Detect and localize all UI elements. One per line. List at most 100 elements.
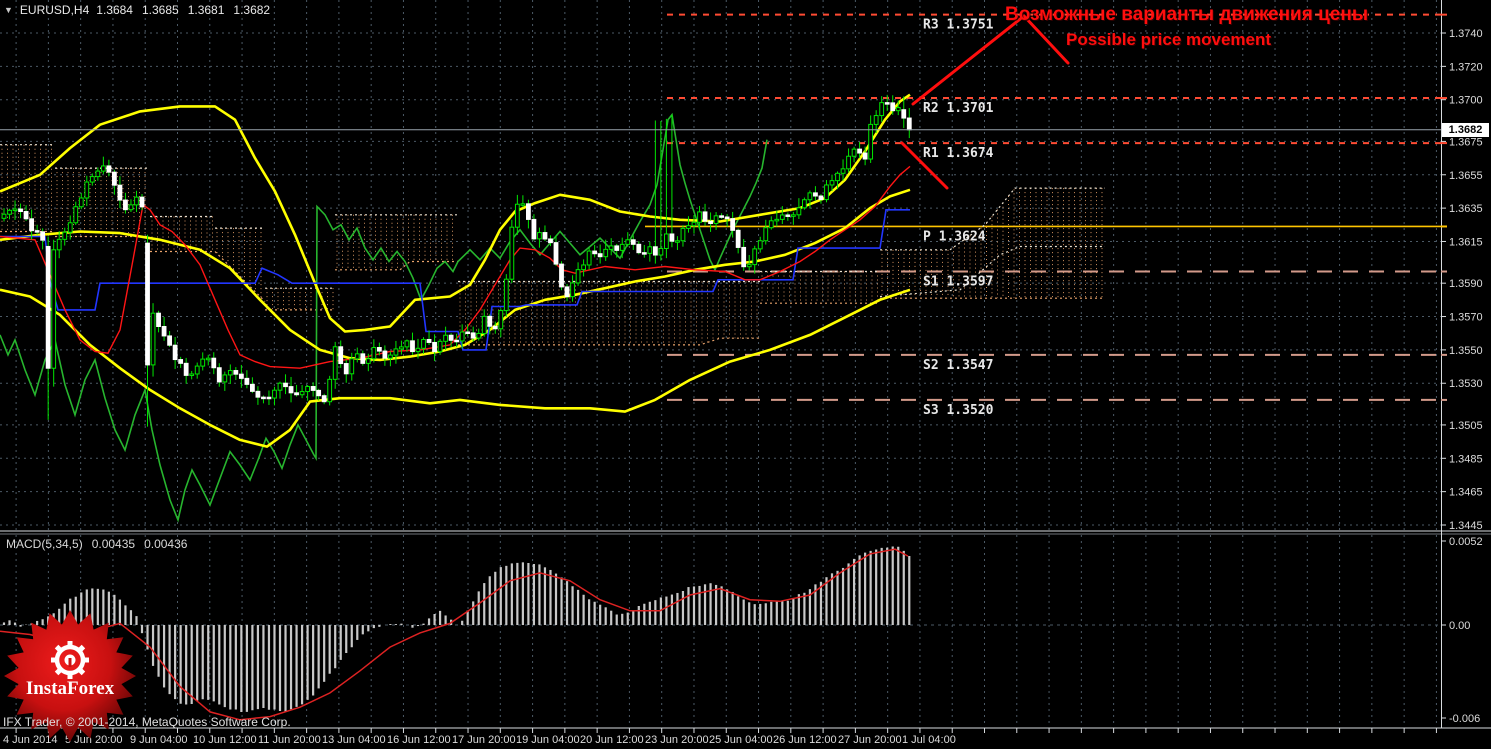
candle-bear [283, 382, 288, 388]
candle-bull [443, 334, 449, 342]
candle-bear [724, 216, 730, 220]
symbol-dropdown-icon[interactable]: ▼ [4, 5, 13, 15]
time-axis-label: 26 Jun 12:00 [773, 734, 837, 746]
candle-bear [161, 326, 167, 337]
time-axis-label: 11 Jun 20:00 [258, 734, 321, 746]
candle-bear [818, 195, 824, 201]
candle-bull [503, 278, 509, 312]
candle-bear [492, 325, 498, 330]
candle-bull [459, 331, 465, 342]
candle-bull [437, 340, 443, 353]
candle-bear [112, 171, 117, 186]
candle-bull [757, 240, 763, 250]
candle-bull [272, 389, 277, 399]
candle-bull [299, 391, 305, 396]
candle-bear [410, 340, 415, 353]
candle-bear [465, 331, 471, 334]
price-axis-label: 1.3445 [1449, 520, 1483, 532]
candle-bear [426, 338, 432, 343]
candle-bull [846, 155, 851, 170]
candle-bull [7, 209, 12, 215]
candle-bear [294, 392, 299, 396]
candle-bear [211, 357, 217, 369]
price-axis-label: 1.3590 [1449, 278, 1483, 290]
candle-bear [702, 211, 708, 222]
candle-bear [216, 367, 222, 383]
candle-bear [139, 196, 145, 208]
price-axis-label: 1.3570 [1449, 312, 1483, 324]
candle-bull [277, 382, 283, 391]
candle-bear [487, 315, 493, 327]
candle-bull [189, 373, 195, 376]
candle-bear [432, 341, 437, 353]
candle-bull [824, 184, 829, 201]
candle-bear [178, 359, 184, 364]
candle-bull [476, 332, 482, 339]
candle-bull [763, 227, 769, 242]
candle-bull [514, 203, 520, 228]
candle-bull [62, 231, 68, 240]
time-axis-label: 5 Jun 20:00 [65, 734, 123, 746]
candle-bear [18, 208, 23, 213]
gear-icon [51, 641, 89, 679]
candle-bull [608, 245, 614, 250]
candle-bull [56, 238, 62, 251]
candle-bear [250, 383, 255, 392]
macd-axis-label: 0.00 [1449, 620, 1470, 632]
candle-bear [29, 218, 35, 232]
candle-bull [150, 312, 156, 366]
macd-indicator-label: MACD(5,34,5) 0.00435 0.00436 [6, 537, 187, 551]
candle-bear [448, 334, 454, 341]
candle-bear [156, 312, 161, 328]
candle-bull [835, 172, 840, 182]
candle-bull [393, 348, 399, 356]
candle-bull [12, 208, 18, 212]
macd-axis-label: -0.006 [1449, 713, 1480, 725]
candle-bull [675, 240, 680, 243]
candle-bear [310, 386, 316, 391]
candle-bull [354, 353, 360, 360]
candle-bull [790, 214, 796, 217]
candle-bear [592, 250, 598, 255]
candle-bull [415, 347, 421, 353]
candle-bull [399, 346, 404, 350]
candle-bear [813, 192, 818, 197]
candle-bear [652, 246, 658, 256]
candle-bear [470, 332, 476, 339]
price-axis-label: 1.3485 [1449, 453, 1483, 465]
candle-bear [172, 344, 178, 361]
candle-bull [421, 338, 426, 349]
candle-bull [581, 264, 587, 271]
candle-bull [332, 346, 338, 380]
candle-bull [603, 248, 609, 258]
candle-bear [553, 242, 559, 265]
time-axis-label: 23 Jun 20:00 [645, 734, 709, 746]
candle-bear [106, 165, 112, 173]
candle-bull [796, 207, 802, 216]
symbol-title: EURUSD,H4 [19, 3, 90, 17]
candle-bull [829, 180, 835, 186]
time-axis-label: 13 Jun 04:00 [322, 734, 386, 746]
candle-bull [713, 215, 719, 225]
candle-bear [145, 242, 150, 366]
time-axis-label: 19 Jun 04:00 [516, 734, 580, 746]
candle-bear [40, 231, 46, 241]
chart-canvas[interactable]: R3 1.3751 R2 1.3701 R1 1.3674 P 1.3624 S1 1.… [0, 0, 1491, 749]
candle-bull [227, 370, 233, 376]
chart-title-bar: ▼ EURUSD,H4 1.3684 1.3685 1.3681 1.3682 [4, 3, 270, 17]
candle-bear [233, 370, 239, 375]
candle-bear [183, 362, 189, 376]
candle-bear [719, 215, 725, 218]
candle-bull [327, 378, 333, 403]
candle-bear [382, 350, 388, 359]
candle-bear [45, 245, 51, 369]
macd-value-signal: 0.00436 [144, 537, 188, 551]
candle-bull [128, 204, 134, 211]
candle-bull [807, 192, 813, 201]
candle-bear [531, 218, 537, 240]
price-axis-label: 1.3700 [1449, 95, 1483, 107]
candle-bull [1, 213, 7, 219]
current-price-box: 1.3682 [1442, 123, 1489, 137]
candle-bull [371, 347, 377, 360]
candle-bear [288, 386, 294, 394]
